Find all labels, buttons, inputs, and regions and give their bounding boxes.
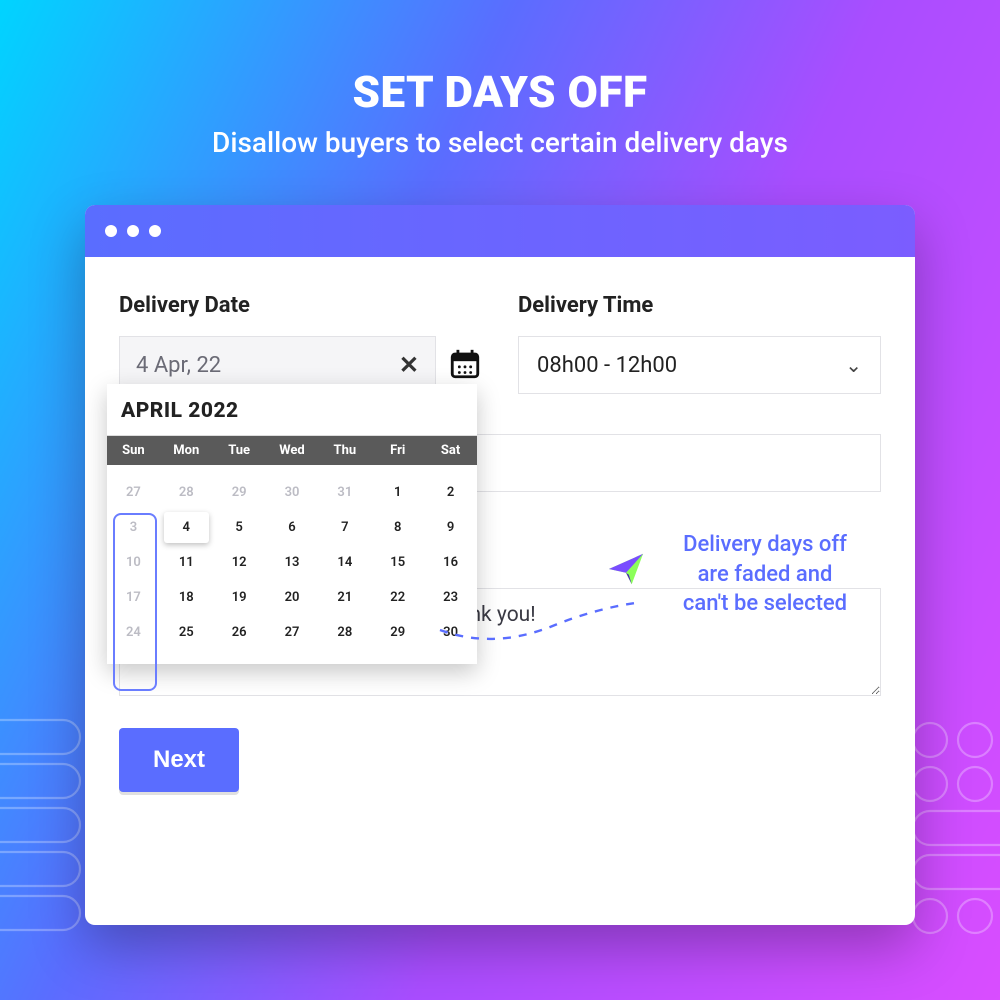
- calendar-day[interactable]: 13: [266, 545, 319, 580]
- calendar-day[interactable]: 27: [266, 615, 319, 650]
- delivery-date-value: 4 Apr, 22: [136, 353, 221, 378]
- calendar-day[interactable]: 2: [424, 475, 477, 510]
- browser-window: Delivery Date 4 Apr, 22 ✕: [85, 205, 915, 925]
- calendar-day: 24: [107, 615, 160, 650]
- calendar-icon[interactable]: [448, 347, 482, 381]
- calendar-day[interactable]: 29: [371, 615, 424, 650]
- calendar-day[interactable]: 6: [266, 510, 319, 545]
- calendar-day[interactable]: 26: [213, 615, 266, 650]
- chevron-down-icon: ⌄: [845, 353, 862, 377]
- calendar-day[interactable]: 21: [318, 580, 371, 615]
- calendar-day[interactable]: 14: [318, 545, 371, 580]
- calendar-day: 31: [318, 475, 371, 510]
- annotation-text: Delivery days off are faded and can't be…: [635, 530, 895, 619]
- calendar-day: 27: [107, 475, 160, 510]
- delivery-time-label: Delivery Time: [518, 293, 881, 318]
- window-titlebar: [85, 205, 915, 257]
- calendar-day: 29: [213, 475, 266, 510]
- hero-subtitle: Disallow buyers to select certain delive…: [0, 126, 1000, 159]
- delivery-time-select[interactable]: 08h00 - 12h00 ⌄: [518, 336, 881, 394]
- calendar-grid: 2728293031123456789101112131415161718192…: [107, 465, 477, 664]
- calendar-day: 17: [107, 580, 160, 615]
- calendar-day: 3: [107, 510, 160, 545]
- delivery-time-value: 08h00 - 12h00: [537, 353, 677, 378]
- calendar-day[interactable]: 4: [164, 512, 209, 543]
- calendar-day[interactable]: 19: [213, 580, 266, 615]
- calendar-day[interactable]: 25: [160, 615, 213, 650]
- calendar-day[interactable]: 16: [424, 545, 477, 580]
- calendar-day: 10: [107, 545, 160, 580]
- calendar-day[interactable]: 15: [371, 545, 424, 580]
- calendar-day[interactable]: 9: [424, 510, 477, 545]
- calendar-day[interactable]: 11: [160, 545, 213, 580]
- window-dot: [149, 225, 161, 237]
- annotation-arrow: [435, 595, 645, 655]
- calendar-day[interactable]: 8: [371, 510, 424, 545]
- delivery-date-label: Delivery Date: [119, 293, 482, 318]
- paper-plane-icon: [607, 550, 645, 588]
- calendar-popup: APRIL 2022 Sun Mon Tue Wed Thu Fri Sat: [107, 384, 477, 664]
- calendar-weekday-header: Sun Mon Tue Wed Thu Fri Sat: [107, 436, 477, 465]
- calendar-day[interactable]: 5: [213, 510, 266, 545]
- calendar-day[interactable]: 28: [318, 615, 371, 650]
- calendar-day[interactable]: 22: [371, 580, 424, 615]
- calendar-day[interactable]: 20: [266, 580, 319, 615]
- calendar-day[interactable]: 7: [318, 510, 371, 545]
- calendar-day[interactable]: 12: [213, 545, 266, 580]
- window-dot: [105, 225, 117, 237]
- calendar-month: APRIL 2022: [107, 384, 477, 436]
- calendar-day: 28: [160, 475, 213, 510]
- calendar-day: 30: [266, 475, 319, 510]
- next-button[interactable]: Next: [119, 728, 239, 792]
- window-dot: [127, 225, 139, 237]
- hero-title: SET DAYS OFF: [0, 66, 1000, 118]
- calendar-day[interactable]: 1: [371, 475, 424, 510]
- calendar-day[interactable]: 18: [160, 580, 213, 615]
- clear-date-icon[interactable]: ✕: [399, 351, 419, 379]
